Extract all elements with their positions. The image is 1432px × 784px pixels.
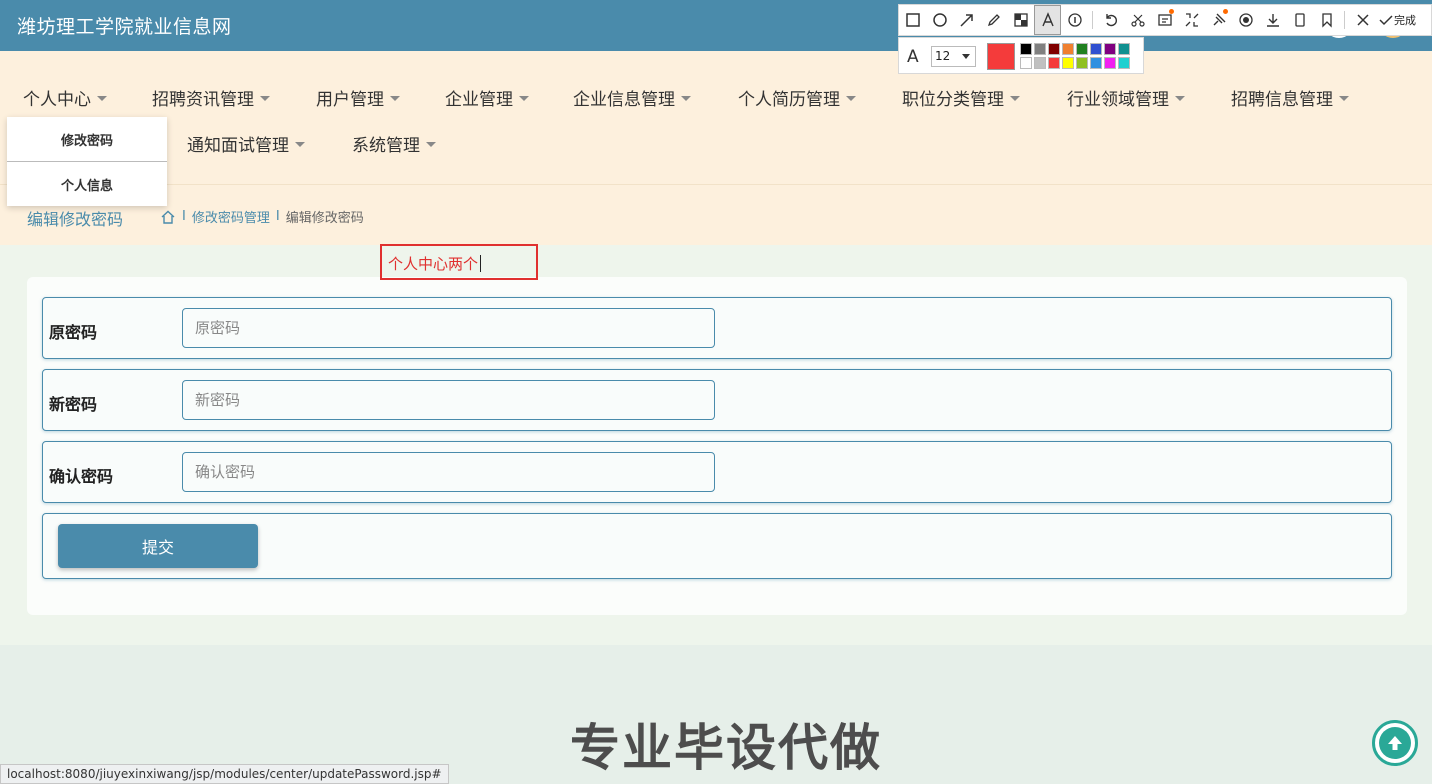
nav-item-system[interactable]: 系统管理 bbox=[352, 131, 436, 156]
color-swatch[interactable] bbox=[1020, 57, 1032, 69]
submit-button[interactable]: 提交 bbox=[58, 524, 258, 568]
chevron-down-icon bbox=[846, 95, 856, 101]
chevron-down-icon bbox=[962, 54, 970, 59]
color-swatch[interactable] bbox=[1076, 43, 1088, 55]
color-swatch[interactable] bbox=[1090, 57, 1102, 69]
screenshot-toolbar: 完成 bbox=[898, 4, 1432, 36]
current-color-swatch[interactable] bbox=[987, 43, 1015, 70]
chevron-down-icon bbox=[97, 95, 107, 101]
text-style-panel: A 12 bbox=[898, 37, 1144, 74]
color-swatch[interactable] bbox=[1048, 43, 1060, 55]
old-password-input[interactable] bbox=[182, 308, 715, 348]
site-title: 潍坊理工学院就业信息网 bbox=[17, 16, 232, 38]
breadcrumb-item[interactable]: 修改密码管理 bbox=[192, 207, 270, 226]
chevron-down-icon bbox=[295, 141, 305, 147]
confirm-password-input[interactable] bbox=[182, 452, 715, 492]
cut-icon[interactable] bbox=[1124, 5, 1151, 35]
nav-item-users[interactable]: 用户管理 bbox=[316, 85, 400, 110]
pin-icon[interactable] bbox=[1205, 5, 1232, 35]
home-icon[interactable] bbox=[160, 209, 176, 225]
dropdown-item-personal-info[interactable]: 个人信息 bbox=[7, 162, 167, 206]
color-swatch[interactable] bbox=[1034, 43, 1046, 55]
color-swatch[interactable] bbox=[1076, 57, 1088, 69]
browser-status-url: localhost:8080/jiuyexinxiwang/jsp/module… bbox=[0, 764, 449, 784]
nav-item-interview-notices[interactable]: 通知面试管理 bbox=[187, 131, 305, 156]
breadcrumb-current: 编辑修改密码 bbox=[285, 211, 364, 226]
toolbar-divider bbox=[1092, 11, 1093, 29]
chevron-down-icon bbox=[426, 141, 436, 147]
color-palette bbox=[1020, 43, 1130, 69]
number-icon[interactable] bbox=[1061, 5, 1088, 35]
arrow-icon[interactable] bbox=[953, 5, 980, 35]
main-nav: 个人中心 招聘资讯管理 用户管理 企业管理 企业信息管理 个人简历管理 职位分类… bbox=[0, 51, 1432, 184]
watermark-text: 专业毕设代做 bbox=[570, 719, 882, 777]
bookmark-icon[interactable] bbox=[1313, 5, 1340, 35]
page-title: 编辑修改密码 bbox=[27, 210, 124, 229]
color-swatch[interactable] bbox=[1104, 43, 1116, 55]
nav-item-job-postings[interactable]: 招聘信息管理 bbox=[1231, 85, 1349, 110]
breadcrumb-separator: I bbox=[182, 209, 186, 224]
new-password-label: 新密码 bbox=[49, 395, 98, 414]
color-swatch[interactable] bbox=[1118, 57, 1130, 69]
color-swatch[interactable] bbox=[1090, 43, 1102, 55]
text-icon[interactable] bbox=[1034, 5, 1061, 35]
nav-item-job-categories[interactable]: 职位分类管理 bbox=[902, 85, 1020, 110]
dropdown-item-change-password[interactable]: 修改密码 bbox=[7, 117, 167, 161]
chevron-down-icon bbox=[1175, 95, 1185, 101]
download-icon[interactable] bbox=[1259, 5, 1286, 35]
breadcrumb: I 修改密码管理 I 编辑修改密码 bbox=[160, 207, 364, 226]
nav-item-personal-center[interactable]: 个人中心 bbox=[23, 85, 107, 110]
confirm-password-label: 确认密码 bbox=[49, 467, 114, 486]
annotation-text-box[interactable]: 个人中心两个 bbox=[380, 244, 538, 280]
toolbar-divider bbox=[1344, 11, 1345, 29]
chevron-down-icon bbox=[1339, 95, 1349, 101]
back-to-top-button[interactable] bbox=[1372, 720, 1418, 766]
undo-icon[interactable] bbox=[1097, 5, 1124, 35]
chevron-down-icon bbox=[681, 95, 691, 101]
chevron-down-icon bbox=[519, 95, 529, 101]
color-swatch[interactable] bbox=[1104, 57, 1116, 69]
color-swatch[interactable] bbox=[1034, 57, 1046, 69]
phone-icon[interactable] bbox=[1286, 5, 1313, 35]
mosaic-icon[interactable] bbox=[1007, 5, 1034, 35]
nav-item-companies[interactable]: 企业管理 bbox=[445, 85, 529, 110]
nav-item-resumes[interactable]: 个人简历管理 bbox=[738, 85, 856, 110]
form-row-submit: 提交 bbox=[42, 513, 1392, 579]
ocr-icon[interactable] bbox=[1151, 5, 1178, 35]
color-swatch[interactable] bbox=[1062, 57, 1074, 69]
annotation-text: 个人中心两个 bbox=[388, 255, 479, 273]
pencil-icon[interactable] bbox=[980, 5, 1007, 35]
new-password-input[interactable] bbox=[182, 380, 715, 420]
done-label: 完成 bbox=[1394, 14, 1416, 27]
form-row-new-password: 新密码 bbox=[42, 369, 1392, 431]
text-cursor bbox=[480, 255, 482, 272]
font-size-value: 12 bbox=[935, 49, 951, 63]
color-swatch[interactable] bbox=[1062, 43, 1074, 55]
color-swatch[interactable] bbox=[1020, 43, 1032, 55]
check-icon bbox=[1379, 15, 1393, 26]
close-icon[interactable] bbox=[1349, 5, 1376, 35]
font-size-select[interactable]: 12 bbox=[931, 46, 976, 67]
form-row-old-password: 原密码 bbox=[42, 297, 1392, 359]
arrow-up-icon bbox=[1379, 727, 1411, 759]
color-swatch[interactable] bbox=[1048, 57, 1060, 69]
font-icon: A bbox=[907, 47, 919, 67]
done-button[interactable]: 完成 bbox=[1378, 12, 1416, 28]
chevron-down-icon bbox=[1010, 95, 1020, 101]
form-row-confirm-password: 确认密码 bbox=[42, 441, 1392, 503]
personal-center-dropdown: 修改密码 个人信息 bbox=[7, 117, 167, 206]
chevron-down-icon bbox=[260, 95, 270, 101]
ellipse-icon[interactable] bbox=[926, 5, 953, 35]
record-icon[interactable] bbox=[1232, 5, 1259, 35]
breadcrumb-separator: I bbox=[275, 209, 280, 224]
nav-item-industries[interactable]: 行业领域管理 bbox=[1067, 85, 1185, 110]
color-swatch[interactable] bbox=[1118, 43, 1130, 55]
chevron-down-icon bbox=[390, 95, 400, 101]
nav-item-company-info[interactable]: 企业信息管理 bbox=[573, 85, 691, 110]
rectangle-icon[interactable] bbox=[899, 5, 926, 35]
translate-icon[interactable] bbox=[1178, 5, 1205, 35]
old-password-label: 原密码 bbox=[49, 323, 98, 342]
breadcrumb-bar: 编辑修改密码 I 修改密码管理 I 编辑修改密码 bbox=[0, 184, 1432, 245]
nav-item-recruit-news[interactable]: 招聘资讯管理 bbox=[152, 85, 270, 110]
